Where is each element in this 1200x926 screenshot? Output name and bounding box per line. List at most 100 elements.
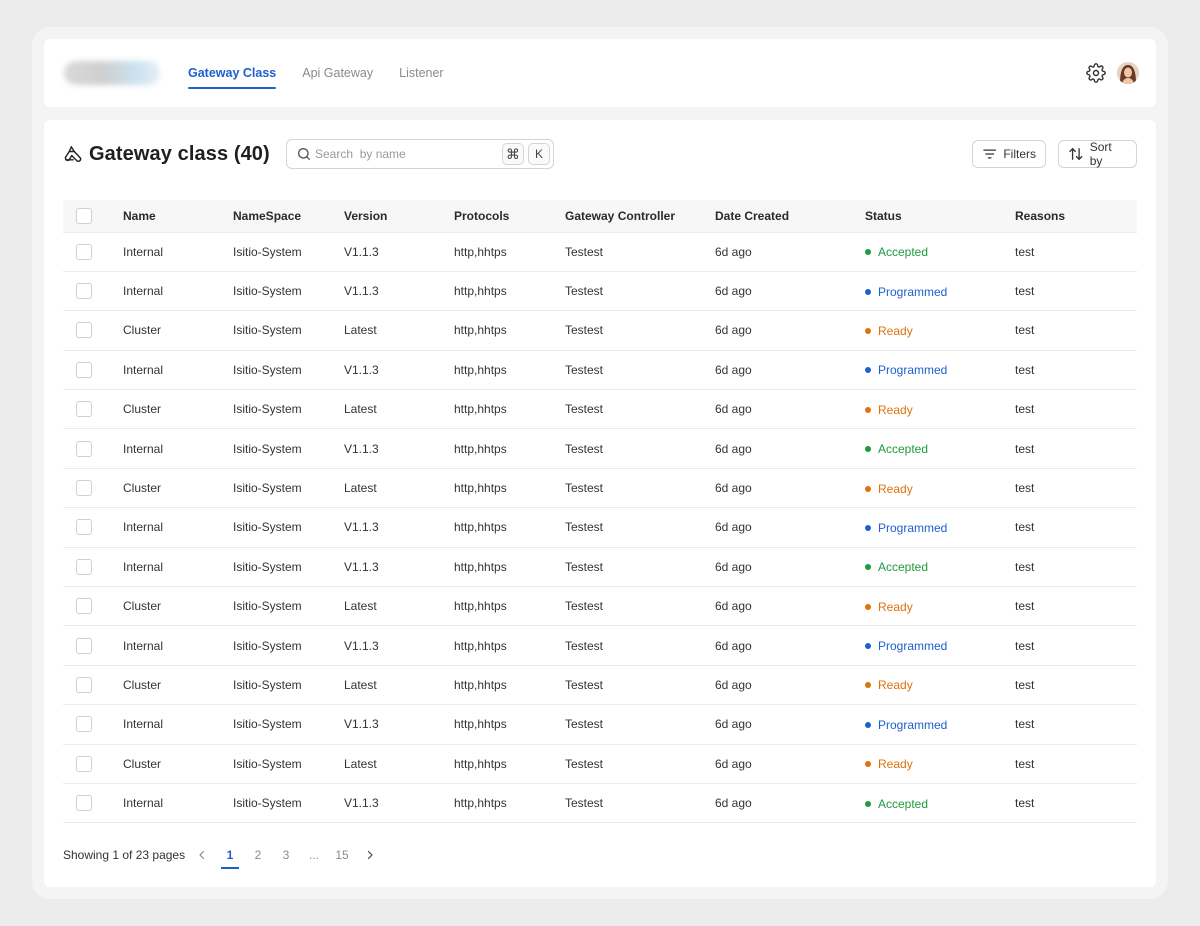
- column-header-gateway-controller[interactable]: Gateway Controller: [565, 200, 715, 233]
- cell-date-created: 6d ago: [715, 625, 865, 666]
- table-row[interactable]: Cluster Isitio-System Latest http,hhtps Test…: [63, 310, 1137, 351]
- row-checkbox[interactable]: [76, 558, 92, 575]
- status-label: Ready: [878, 678, 913, 693]
- cell-version: V1.1.3: [344, 704, 454, 745]
- row-checkbox[interactable]: [76, 480, 92, 497]
- status-label: Accepted: [878, 796, 929, 811]
- row-select-cell: [63, 783, 123, 824]
- filters-button[interactable]: Filters: [972, 140, 1046, 168]
- search-box[interactable]: ⌘ K: [286, 139, 554, 169]
- column-header-name[interactable]: Name: [123, 200, 233, 233]
- page-button-1[interactable]: 1: [221, 844, 239, 869]
- cell-reason: test: [1015, 350, 1137, 391]
- cell-gateway-controller: Testest: [565, 586, 715, 627]
- search-input[interactable]: [315, 144, 495, 164]
- cell-namespace: Isitio-System: [233, 704, 344, 745]
- next-page-button[interactable]: [361, 844, 379, 866]
- column-header-protocols[interactable]: Protocols: [454, 200, 565, 233]
- cell-gateway-controller: Testest: [565, 547, 715, 588]
- column-header-namespace[interactable]: NameSpace: [233, 200, 344, 233]
- row-checkbox[interactable]: [76, 716, 92, 733]
- cell-version: V1.1.3: [344, 783, 454, 824]
- cell-protocols: http,hhtps: [454, 625, 565, 666]
- table-row[interactable]: Cluster Isitio-System Latest http,hhtps Test…: [63, 468, 1137, 509]
- previous-page-button[interactable]: [193, 844, 211, 866]
- row-checkbox[interactable]: [76, 401, 92, 418]
- row-checkbox[interactable]: [76, 243, 92, 260]
- row-checkbox[interactable]: [76, 598, 92, 615]
- column-header-status[interactable]: Status: [865, 200, 1015, 233]
- status-dot-icon: [865, 761, 871, 768]
- row-checkbox[interactable]: [76, 283, 92, 300]
- status-label: Programmed: [878, 520, 948, 535]
- cell-date-created: 6d ago: [715, 744, 865, 784]
- avatar[interactable]: [1117, 62, 1139, 84]
- row-checkbox[interactable]: [76, 637, 92, 654]
- status-label: Accepted: [878, 560, 929, 575]
- cell-date-created: 6d ago: [715, 271, 865, 312]
- row-checkbox[interactable]: [76, 322, 92, 339]
- column-header-version[interactable]: Version: [344, 200, 454, 233]
- page-button-15[interactable]: 15: [333, 844, 351, 866]
- row-checkbox[interactable]: [76, 519, 92, 536]
- cell-gateway-controller: Testest: [565, 625, 715, 666]
- table-row[interactable]: Internal Isitio-System V1.1.3 http,hhtps Tes…: [63, 625, 1137, 666]
- row-checkbox[interactable]: [76, 795, 92, 812]
- cell-status: Accepted: [865, 428, 1015, 469]
- cell-name: Cluster: [123, 665, 233, 706]
- page-button-3[interactable]: 3: [277, 844, 295, 866]
- cell-reason: test: [1015, 547, 1137, 588]
- tab-gateway-class[interactable]: Gateway Class: [188, 39, 277, 107]
- row-checkbox[interactable]: [76, 440, 92, 457]
- cell-name: Internal: [123, 625, 233, 666]
- row-checkbox[interactable]: [76, 755, 92, 772]
- cell-version: V1.1.3: [344, 625, 454, 666]
- status-badge: Programmed: [865, 521, 947, 535]
- table-row[interactable]: Cluster Isitio-System Latest http,hhtps Test…: [63, 665, 1137, 706]
- cell-name: Internal: [123, 783, 233, 824]
- page-button-2[interactable]: 2: [249, 844, 267, 866]
- cell-namespace: Isitio-System: [233, 625, 344, 666]
- status-label: Programmed: [878, 363, 948, 378]
- row-checkbox[interactable]: [76, 361, 92, 378]
- status-badge: Ready: [865, 600, 913, 614]
- table-row[interactable]: Cluster Isitio-System Latest http,hhtps Test…: [63, 744, 1137, 784]
- gear-icon[interactable]: [1086, 63, 1106, 83]
- table-row[interactable]: Internal Isitio-System V1.1.3 http,hhtps Tes…: [63, 428, 1137, 469]
- status-badge: Ready: [865, 678, 913, 692]
- status-dot-icon: [865, 603, 871, 610]
- page-title: Gateway class (40): [89, 142, 270, 165]
- table-row[interactable]: Internal Isitio-System V1.1.3 http,hhtps Tes…: [63, 704, 1137, 745]
- sort-button[interactable]: Sort by: [1058, 140, 1137, 168]
- table-row[interactable]: Internal Isitio-System V1.1.3 http,hhtps Tes…: [63, 271, 1137, 312]
- status-badge: Ready: [865, 403, 913, 417]
- select-all-checkbox[interactable]: [76, 207, 92, 224]
- column-header-reasons[interactable]: Reasons: [1015, 200, 1137, 233]
- status-badge: Programmed: [865, 363, 947, 377]
- cell-protocols: http,hhtps: [454, 704, 565, 745]
- table-row[interactable]: Internal Isitio-System V1.1.3 http,hhtps Tes…: [63, 547, 1137, 588]
- tab-listener[interactable]: Listener: [399, 39, 443, 107]
- cell-version: V1.1.3: [344, 547, 454, 588]
- cell-version: Latest: [344, 310, 454, 351]
- table-row[interactable]: Cluster Isitio-System Latest http,hhtps Test…: [63, 389, 1137, 430]
- cell-version: Latest: [344, 389, 454, 430]
- table-row[interactable]: Internal Isitio-System V1.1.3 http,hhtps Tes…: [63, 507, 1137, 548]
- cell-reason: test: [1015, 704, 1137, 745]
- cell-protocols: http,hhtps: [454, 783, 565, 824]
- table-row[interactable]: Internal Isitio-System V1.1.3 http,hhtps Tes…: [63, 350, 1137, 391]
- page-ellipsis: ...: [308, 848, 319, 862]
- status-label: Accepted: [878, 245, 929, 260]
- status-label: Ready: [878, 757, 913, 772]
- row-checkbox[interactable]: [76, 676, 92, 693]
- status-label: Programmed: [878, 717, 948, 732]
- cell-name: Cluster: [123, 468, 233, 509]
- main-tabs: Gateway Class Api Gateway Listener: [188, 39, 470, 107]
- cell-protocols: http,hhtps: [454, 468, 565, 509]
- table-row[interactable]: Internal Isitio-System V1.1.3 http,hhtps Tes…: [63, 232, 1137, 272]
- tab-api-gateway[interactable]: Api Gateway: [302, 39, 373, 107]
- table-row[interactable]: Cluster Isitio-System Latest http,hhtps Test…: [63, 586, 1137, 627]
- row-select-cell: [63, 704, 123, 745]
- column-header-date-created[interactable]: Date Created: [715, 200, 865, 233]
- table-row[interactable]: Internal Isitio-System V1.1.3 http,hhtps Tes…: [63, 783, 1137, 824]
